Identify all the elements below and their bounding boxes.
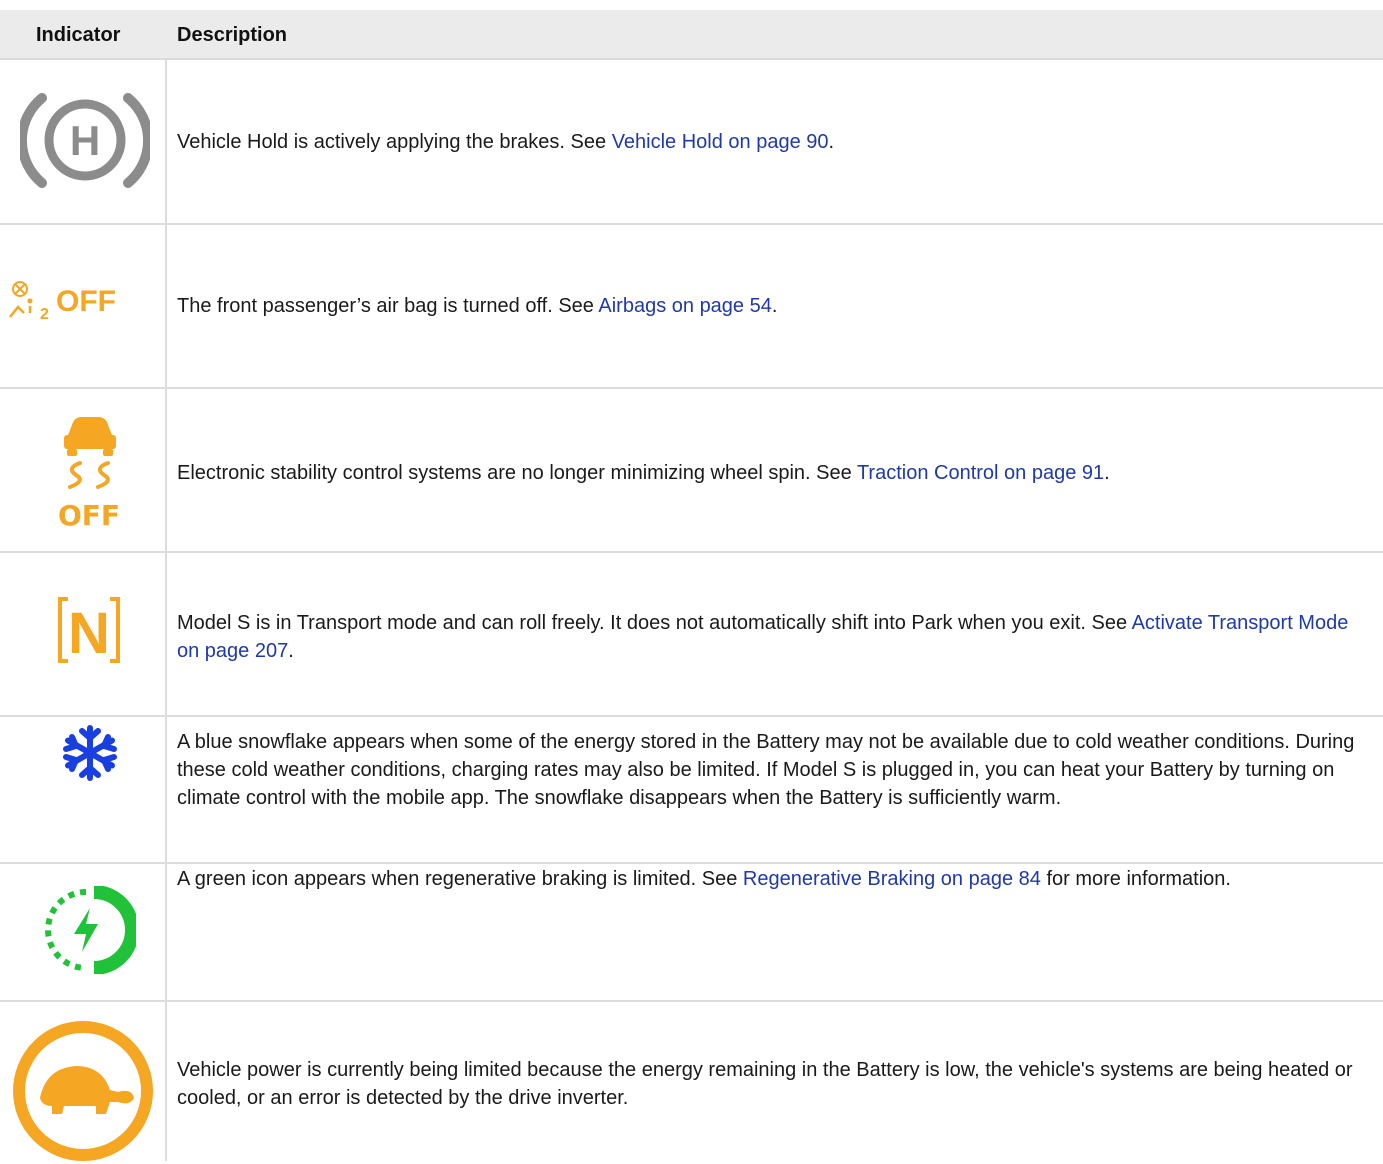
link-regenerative-braking[interactable]: Regenerative Braking on page 84 <box>743 868 1041 890</box>
transport-mode-icon: N <box>58 597 120 665</box>
header-description: Description <box>177 24 288 46</box>
icon-cell: N <box>0 553 165 715</box>
icon-cell <box>0 1002 165 1161</box>
table-row: H Vehicle Hold is actively applying the … <box>0 60 1383 225</box>
icon-cell <box>0 864 165 1000</box>
row-description: A green icon appears when regenerative b… <box>177 868 1231 890</box>
svg-text:2: 2 <box>40 306 49 323</box>
table-header: Indicator Description <box>0 10 1383 60</box>
icon-cell: OFF <box>0 389 165 551</box>
svg-text:N: N <box>68 601 110 665</box>
icon-cell: 2 OFF <box>0 225 165 387</box>
icon-cell: H <box>0 60 165 223</box>
svg-text:H: H <box>70 117 100 164</box>
snowflake-icon <box>63 725 117 781</box>
row-description: Electronic stability control systems are… <box>177 462 1110 484</box>
header-indicator: Indicator <box>36 24 121 46</box>
row-description: A blue snowflake appears when some of th… <box>177 731 1355 809</box>
row-description: Model S is in Transport mode and can rol… <box>177 612 1349 662</box>
passenger-airbag-off-icon: 2 OFF <box>9 281 116 323</box>
row-description: Vehicle Hold is actively applying the br… <box>177 131 835 153</box>
table-row: OFF Electronic stability control systems… <box>0 389 1383 553</box>
icon-cell <box>0 717 165 862</box>
regen-braking-limited-icon <box>45 886 136 974</box>
turtle-power-limited-icon <box>13 1021 153 1161</box>
link-airbags[interactable]: Airbags on page 54 <box>598 295 771 317</box>
table-row: Vehicle power is currently being limited… <box>0 1002 1383 1161</box>
link-traction-control[interactable]: Traction Control on page 91 <box>857 462 1104 484</box>
indicator-table: Indicator Description H Vehicle Hold is … <box>0 0 1383 1161</box>
table-row: 2 OFF The front passenger’s air bag is t… <box>0 225 1383 389</box>
traction-control-off-icon: OFF <box>58 417 120 531</box>
table-row: N Model S is in Transport mode and can r… <box>0 553 1383 717</box>
svg-text:OFF: OFF <box>56 285 116 318</box>
link-vehicle-hold[interactable]: Vehicle Hold on page 90 <box>612 131 829 153</box>
svg-text:OFF: OFF <box>58 499 120 531</box>
row-description: Vehicle power is currently being limited… <box>177 1059 1353 1109</box>
table-row: A green icon appears when regenerative b… <box>0 864 1383 1002</box>
vehicle-hold-icon: H <box>20 93 150 188</box>
row-description: The front passenger’s air bag is turned … <box>177 295 778 317</box>
table-row: A blue snowflake appears when some of th… <box>0 717 1383 864</box>
